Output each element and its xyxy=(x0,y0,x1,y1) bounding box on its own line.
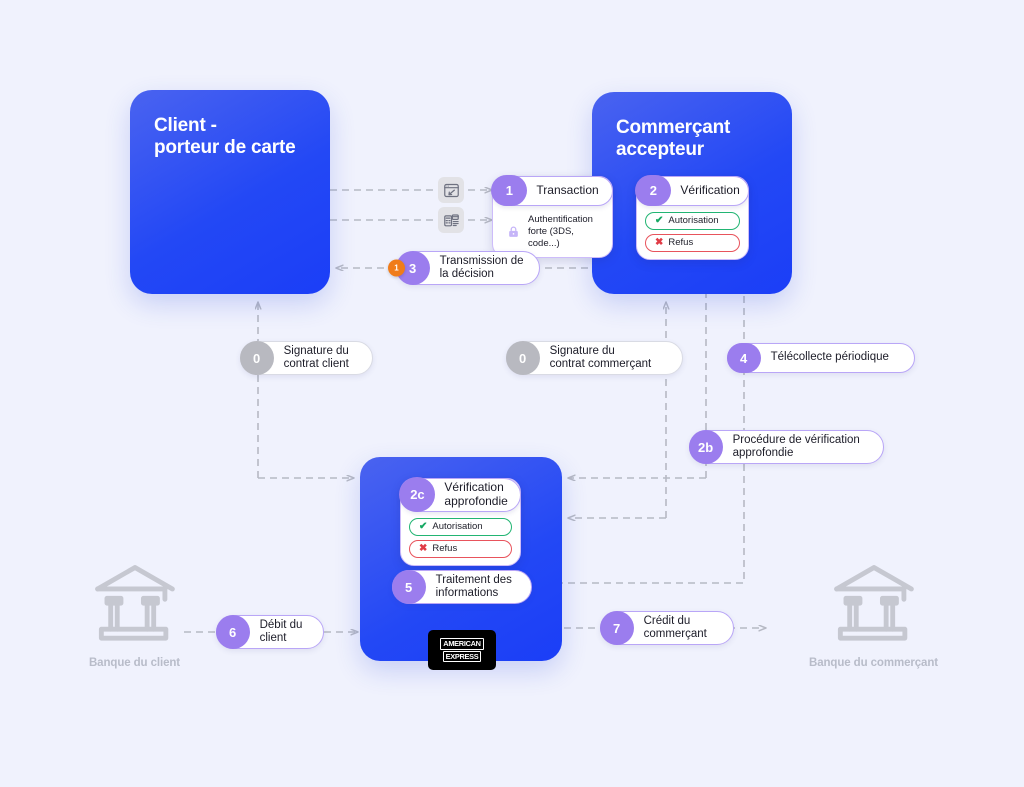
authentication-text: Authentification forte (3DS, code...) xyxy=(528,213,593,249)
telecollecte-label: Télécollecte périodique xyxy=(770,351,889,364)
cross-icon: ✖ xyxy=(655,236,664,248)
transaction-label: Transaction xyxy=(536,183,599,198)
deep-verification-chip-autorisation-label: Autorisation xyxy=(432,521,483,533)
deep-verification-label: Procédure de vérification approfondie xyxy=(732,433,860,459)
transaction-header: 1 Transaction xyxy=(491,175,614,207)
deep-verification-chip-autorisation: ✔ Autorisation xyxy=(409,517,512,536)
bank-client-caption: Banque du client xyxy=(88,657,181,669)
deep-verification-body: ✔ Autorisation ✖ Refus xyxy=(401,512,520,565)
cross-icon: ✖ xyxy=(419,542,428,554)
pos-terminal-icon xyxy=(438,207,464,233)
deep-verification-chip-refus: ✖ Refus xyxy=(409,539,512,558)
authentication-row: Authentification forte (3DS, code...) xyxy=(501,212,604,251)
deep-verification-chip-refus-label: Refus xyxy=(432,543,458,555)
verification-chip-refus: ✖ Refus xyxy=(645,233,740,252)
deep-verification-card-label: Vérification approfondie xyxy=(444,480,508,508)
deep-verification-step-number: 2b xyxy=(688,429,723,465)
card-verification: 2 Vérification ✔ Autorisation ✖ Refus xyxy=(635,175,750,260)
credit-step-number: 7 xyxy=(599,610,634,646)
verification-chip-refus-label: Refus xyxy=(668,237,694,249)
step-signature-merchant: 0 Signature du contrat commerçant xyxy=(505,340,683,376)
deep-verification-header: 2c Vérification approfondie xyxy=(399,477,522,513)
processing-label: Traitement des informations xyxy=(435,573,512,599)
transaction-step-number: 1 xyxy=(491,175,528,207)
transaction-body: Authentification forte (3DS, code...) xyxy=(493,206,612,258)
browser-cursor-icon xyxy=(438,177,464,203)
amex-line-1: AMERICAN xyxy=(440,638,484,650)
bank-building-icon xyxy=(833,565,914,641)
card-transaction: 1 Transaction Authentification forte (3D… xyxy=(491,175,614,259)
card-deep-verification: 2c Vérification approfondie ✔ Autorisati… xyxy=(399,477,522,566)
check-icon: ✔ xyxy=(419,520,428,532)
step-deep-verification-procedure: 2b Procédure de vérification approfondie xyxy=(688,429,884,465)
telecollecte-step-number: 4 xyxy=(726,342,761,374)
step-signature-client: 0 Signature du contrat client xyxy=(239,340,373,376)
actor-client-title: Client - porteur de carte xyxy=(154,115,296,159)
actor-client: Client - porteur de carte xyxy=(130,90,330,294)
verification-step-number: 2 xyxy=(635,175,672,207)
bank-client: Banque du client xyxy=(62,560,207,669)
signature-merchant-label: Signature du contrat commerçant xyxy=(549,344,652,370)
processing-step-number: 5 xyxy=(391,569,426,605)
step-credit-merchant: 7 Crédit du commerçant xyxy=(599,610,734,646)
step-transmission-decision: 1 3 Transmission de la décision xyxy=(388,250,540,286)
signature-merchant-step-number: 0 xyxy=(505,340,540,376)
actor-merchant-title: Commerçant accepteur xyxy=(616,117,731,161)
step-telecollecte: 4 Télécollecte périodique xyxy=(726,342,915,374)
verification-body: ✔ Autorisation ✖ Refus xyxy=(637,206,748,259)
bank-building-icon xyxy=(94,565,175,641)
debit-label: Débit du client xyxy=(259,618,303,644)
verification-label: Vérification xyxy=(680,183,740,198)
american-express-logo: AMERICAN EXPRESS xyxy=(428,630,496,670)
debit-step-number: 6 xyxy=(215,614,250,650)
verification-chip-autorisation-label: Autorisation xyxy=(668,215,719,227)
check-icon: ✔ xyxy=(655,214,664,226)
diagram-canvas: Client - porteur de carte Commerçant acc… xyxy=(0,0,1024,787)
verification-chip-autorisation: ✔ Autorisation xyxy=(645,211,740,230)
lock-icon xyxy=(505,223,521,240)
signature-client-label: Signature du contrat client xyxy=(283,344,349,370)
bank-merchant: Banque du commerçant xyxy=(766,560,981,669)
step-debit-client: 6 Débit du client xyxy=(215,614,324,650)
amex-line-2: EXPRESS xyxy=(442,650,482,662)
transmission-sub-badge: 1 xyxy=(388,259,405,277)
bank-merchant-caption: Banque du commerçant xyxy=(809,657,938,669)
credit-label: Crédit du commerçant xyxy=(643,614,707,640)
step-processing: 5 Traitement des informations xyxy=(391,569,532,605)
signature-client-step-number: 0 xyxy=(239,340,274,376)
deep-verification-card-number: 2c xyxy=(399,477,436,513)
transmission-label: Transmission de la décision xyxy=(439,254,524,280)
verification-header: 2 Vérification xyxy=(635,175,750,207)
